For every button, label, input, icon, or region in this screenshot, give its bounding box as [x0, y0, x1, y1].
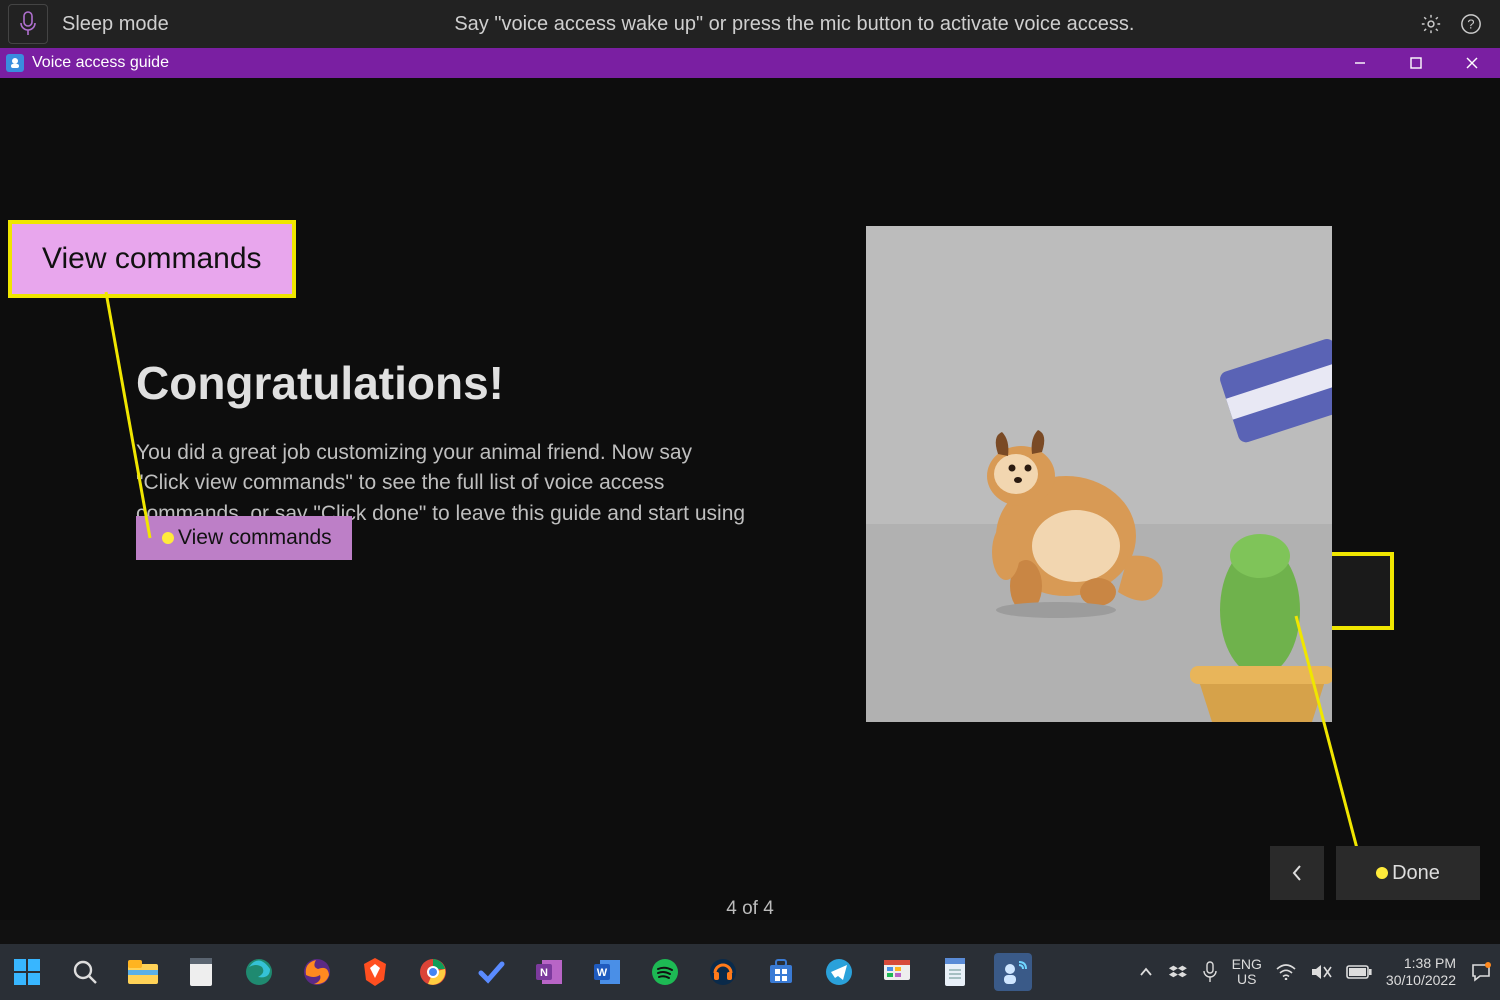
file-explorer-icon[interactable] — [124, 953, 162, 991]
view-commands-button-label: View commands — [178, 526, 332, 549]
voice-access-mode-label: Sleep mode — [62, 13, 169, 36]
taskbar: N W ENG US 1:38 PM 30/10/2022 — [0, 944, 1500, 1000]
onenote-icon[interactable]: N — [530, 953, 568, 991]
todo-icon[interactable] — [472, 953, 510, 991]
voice-access-app-icon[interactable] — [994, 953, 1032, 991]
guide-content: View commands Congratulations! You did a… — [0, 78, 1500, 920]
volume-muted-icon[interactable] — [1310, 963, 1332, 981]
notepad-icon[interactable] — [936, 953, 974, 991]
language-line1: ENG — [1232, 957, 1262, 972]
clock-time: 1:38 PM — [1386, 955, 1456, 972]
telegram-icon[interactable] — [820, 953, 858, 991]
notifications-icon[interactable] — [1470, 961, 1492, 983]
mic-icon — [18, 11, 38, 37]
chevron-left-icon — [1289, 863, 1305, 883]
powertoys-icon[interactable] — [878, 953, 916, 991]
window-title: Voice access guide — [32, 54, 169, 72]
mic-tray-icon[interactable] — [1202, 961, 1218, 983]
language-line2: US — [1232, 972, 1262, 987]
battery-icon[interactable] — [1346, 964, 1372, 980]
word-icon[interactable]: W — [588, 953, 626, 991]
highlight-dot-icon — [1376, 867, 1388, 879]
previous-button[interactable] — [1270, 846, 1324, 900]
spotify-icon[interactable] — [646, 953, 684, 991]
pager-label: 4 of 4 — [0, 898, 1500, 920]
maximize-button[interactable] — [1388, 48, 1444, 78]
app-icon-1[interactable] — [182, 953, 220, 991]
wifi-icon[interactable] — [1276, 964, 1296, 980]
clock-date: 30/10/2022 — [1386, 972, 1456, 989]
highlight-dot-icon — [162, 532, 174, 544]
search-button[interactable] — [66, 953, 104, 991]
chrome-icon[interactable] — [414, 953, 452, 991]
close-button[interactable] — [1444, 48, 1500, 78]
svg-text:W: W — [597, 967, 608, 979]
callout-view-commands: View commands — [8, 220, 296, 298]
audio-app-icon[interactable] — [704, 953, 742, 991]
brave-icon[interactable] — [356, 953, 394, 991]
voice-access-prompt: Say "voice access wake up" or press the … — [169, 13, 1420, 36]
settings-icon[interactable] — [1420, 13, 1442, 35]
firefox-icon[interactable] — [298, 953, 336, 991]
cactus-illustration — [1190, 534, 1332, 722]
clock[interactable]: 1:38 PM 30/10/2022 — [1386, 955, 1456, 989]
start-button[interactable] — [8, 953, 46, 991]
view-commands-button[interactable]: View commands — [136, 516, 352, 560]
box-illustration — [1218, 337, 1332, 444]
language-indicator[interactable]: ENG US — [1232, 957, 1262, 988]
tray-chevron-up-icon[interactable] — [1138, 964, 1154, 980]
app-icon — [6, 54, 24, 72]
voice-access-top-bar: Sleep mode Say "voice access wake up" or… — [0, 0, 1500, 48]
store-icon[interactable] — [762, 953, 800, 991]
dropbox-tray-icon[interactable] — [1168, 962, 1188, 982]
callout-view-commands-label: View commands — [42, 242, 262, 275]
done-button-label: Done — [1392, 862, 1440, 885]
minimize-button[interactable] — [1332, 48, 1388, 78]
dog-illustration — [987, 430, 1163, 618]
help-icon[interactable]: ? — [1460, 13, 1482, 35]
illustration-panel — [866, 226, 1332, 722]
window-title-bar: Voice access guide — [0, 48, 1500, 78]
svg-text:?: ? — [1467, 17, 1474, 32]
svg-text:N: N — [540, 967, 548, 979]
done-button[interactable]: Done — [1336, 846, 1480, 900]
mic-button[interactable] — [8, 4, 48, 44]
edge-icon[interactable] — [240, 953, 278, 991]
guide-heading: Congratulations! — [136, 356, 504, 410]
